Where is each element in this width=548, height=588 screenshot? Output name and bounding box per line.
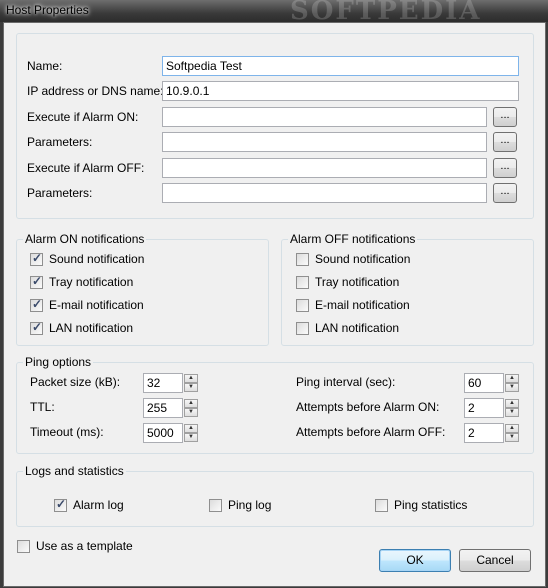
- timeout-label: Timeout (ms):: [30, 425, 104, 439]
- checkbox-label: Sound notification: [315, 252, 411, 266]
- checkbox-label: E-mail notification: [49, 298, 144, 312]
- ip-label: IP address or DNS name:: [27, 84, 164, 98]
- checkbox-label: Tray notification: [315, 275, 400, 289]
- checkbox-label: Sound notification: [49, 252, 145, 266]
- checkbox-label: Use as a template: [36, 539, 133, 553]
- params-on-field[interactable]: [162, 132, 487, 152]
- ok-button[interactable]: OK: [379, 549, 451, 572]
- packet-size-value[interactable]: 32: [143, 373, 183, 393]
- check-icon: ✓: [32, 320, 43, 334]
- params-off-field[interactable]: [162, 183, 487, 203]
- spinner-arrows[interactable]: ▲ ▼: [505, 374, 519, 392]
- check-icon: ✓: [56, 497, 67, 511]
- logs-statistics-group: Logs and statistics ✓ Alarm log Ping log…: [16, 464, 534, 527]
- name-label: Name:: [27, 59, 63, 73]
- spin-up-icon[interactable]: ▲: [184, 374, 198, 383]
- dialog-body: Name: Softpedia Test IP address or DNS n…: [3, 22, 546, 587]
- exec-off-label: Execute if Alarm OFF:: [27, 161, 145, 175]
- alarm-off-group: Alarm OFF notifications Sound notificati…: [281, 232, 534, 346]
- attempts-off-label: Attempts before Alarm OFF:: [296, 425, 446, 439]
- checkbox-box: [296, 299, 309, 312]
- exec-off-browse-button[interactable]: ...: [493, 158, 517, 178]
- ping-interval-value[interactable]: 60: [464, 373, 504, 393]
- exec-on-browse-button[interactable]: ...: [493, 107, 517, 127]
- alarm-off-title: Alarm OFF notifications: [288, 232, 418, 246]
- spin-up-icon[interactable]: ▲: [505, 399, 519, 408]
- checkbox-box: ✓: [30, 274, 43, 289]
- alarm-on-title: Alarm ON notifications: [23, 232, 147, 246]
- cancel-button[interactable]: Cancel: [459, 549, 531, 572]
- checkbox-box: [375, 499, 388, 512]
- checkbox-label: Ping statistics: [394, 498, 468, 512]
- checkbox-box: [296, 322, 309, 335]
- window-title: Host Properties: [6, 3, 89, 17]
- ping-options-group: Ping options Packet size (kB): 32 ▲ ▼ TT…: [16, 355, 534, 454]
- checkbox-box: ✓: [30, 251, 43, 266]
- spin-down-icon[interactable]: ▼: [505, 433, 519, 442]
- spin-up-icon[interactable]: ▲: [184, 424, 198, 433]
- spinner-arrows[interactable]: ▲ ▼: [505, 424, 519, 442]
- spinner-arrows[interactable]: ▲ ▼: [505, 399, 519, 417]
- alarm-on-group: Alarm ON notifications ✓ Sound notificat…: [16, 232, 269, 346]
- check-icon: ✓: [32, 274, 43, 288]
- spin-down-icon[interactable]: ▼: [505, 408, 519, 417]
- spin-up-icon[interactable]: ▲: [184, 399, 198, 408]
- exec-on-label: Execute if Alarm ON:: [27, 110, 139, 124]
- spin-down-icon[interactable]: ▼: [505, 383, 519, 392]
- exec-off-field[interactable]: [162, 158, 487, 178]
- params-off-browse-button[interactable]: ...: [493, 183, 517, 203]
- spin-up-icon[interactable]: ▲: [505, 374, 519, 383]
- checkbox-box: ✓: [30, 320, 43, 335]
- check-icon: ✓: [32, 251, 43, 265]
- checkbox-label: LAN notification: [49, 321, 134, 335]
- check-icon: ✓: [32, 297, 43, 311]
- spin-up-icon[interactable]: ▲: [505, 424, 519, 433]
- spin-down-icon[interactable]: ▼: [184, 383, 198, 392]
- params-on-browse-button[interactable]: ...: [493, 132, 517, 152]
- spin-down-icon[interactable]: ▼: [184, 433, 198, 442]
- ttl-label: TTL:: [30, 400, 55, 414]
- attempts-on-value[interactable]: 2: [464, 398, 504, 418]
- name-field[interactable]: Softpedia Test: [162, 56, 519, 76]
- ping-interval-label: Ping interval (sec):: [296, 375, 396, 389]
- attempts-off-value[interactable]: 2: [464, 423, 504, 443]
- attempts-on-label: Attempts before Alarm ON:: [296, 400, 440, 414]
- spinner-arrows[interactable]: ▲ ▼: [184, 424, 198, 442]
- checkbox-box: [209, 499, 222, 512]
- checkbox-box: ✓: [30, 297, 43, 312]
- ping-options-title: Ping options: [23, 355, 94, 369]
- spinner-arrows[interactable]: ▲ ▼: [184, 399, 198, 417]
- spinner-arrows[interactable]: ▲ ▼: [184, 374, 198, 392]
- checkbox-box: ✓: [54, 497, 67, 512]
- checkbox-box: [17, 540, 30, 553]
- checkbox-label: Tray notification: [49, 275, 134, 289]
- exec-on-field[interactable]: [162, 107, 487, 127]
- checkbox-label: LAN notification: [315, 321, 400, 335]
- checkbox-label: Alarm log: [73, 498, 124, 512]
- ip-field[interactable]: 10.9.0.1: [162, 81, 519, 101]
- title-bar[interactable]: Host Properties SOFTPEDIA: [0, 0, 548, 26]
- checkbox-box: [296, 253, 309, 266]
- ttl-value[interactable]: 255: [143, 398, 183, 418]
- timeout-value[interactable]: 5000: [143, 423, 183, 443]
- logs-statistics-title: Logs and statistics: [23, 464, 126, 478]
- checkbox-box: [296, 276, 309, 289]
- checkbox-label: E-mail notification: [315, 298, 410, 312]
- params-on-label: Parameters:: [27, 135, 93, 149]
- checkbox-label: Ping log: [228, 498, 272, 512]
- host-settings-group: Name: Softpedia Test IP address or DNS n…: [16, 33, 534, 219]
- spin-down-icon[interactable]: ▼: [184, 408, 198, 417]
- params-off-label: Parameters:: [27, 186, 93, 200]
- packet-size-label: Packet size (kB):: [30, 375, 121, 389]
